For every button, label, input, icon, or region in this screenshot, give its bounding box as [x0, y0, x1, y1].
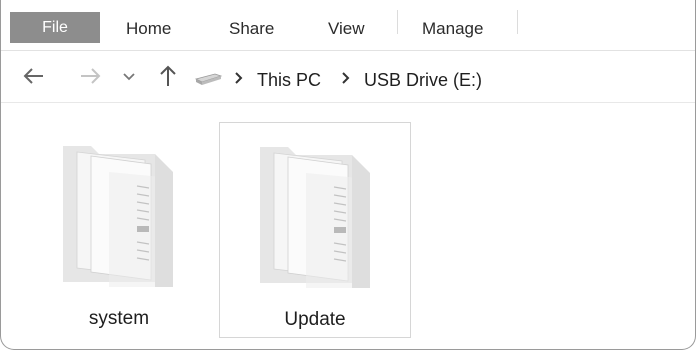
navigation-bar: This PC USB Drive (E:)	[1, 50, 695, 103]
back-button[interactable]	[21, 62, 47, 90]
folder-icon	[260, 147, 370, 288]
tab-file[interactable]: File	[10, 12, 100, 43]
tab-share[interactable]: Share	[229, 12, 274, 46]
tab-view[interactable]: View	[328, 12, 365, 46]
arrow-left-icon	[23, 68, 43, 84]
breadcrumb-this-pc[interactable]: This PC	[257, 70, 321, 91]
breadcrumb-separator-icon	[342, 72, 350, 84]
breadcrumb-separator-icon	[235, 72, 243, 84]
tab-divider	[517, 10, 518, 34]
forward-button[interactable]	[77, 62, 103, 90]
folder-item-update[interactable]: Update	[219, 122, 411, 338]
folder-icon	[63, 146, 173, 287]
tab-manage[interactable]: Manage	[422, 12, 483, 46]
folder-item-system[interactable]: system	[23, 122, 215, 338]
arrow-right-icon	[81, 68, 101, 84]
folder-label: system	[88, 308, 150, 329]
tab-divider	[397, 10, 398, 34]
usb-drive-icon	[194, 73, 223, 85]
ribbon-tabs: File Home Share View Manage	[1, 0, 695, 51]
file-explorer-window: File Home Share View Manage This PC USB …	[0, 0, 696, 350]
breadcrumb-usb-drive[interactable]: USB Drive (E:)	[364, 70, 482, 91]
chevron-down-icon	[123, 73, 135, 81]
arrow-up-icon	[160, 65, 176, 86]
up-button[interactable]	[155, 62, 181, 90]
tab-home[interactable]: Home	[126, 12, 171, 46]
recent-locations-button[interactable]	[119, 62, 139, 90]
folder-label: Update	[284, 309, 346, 330]
